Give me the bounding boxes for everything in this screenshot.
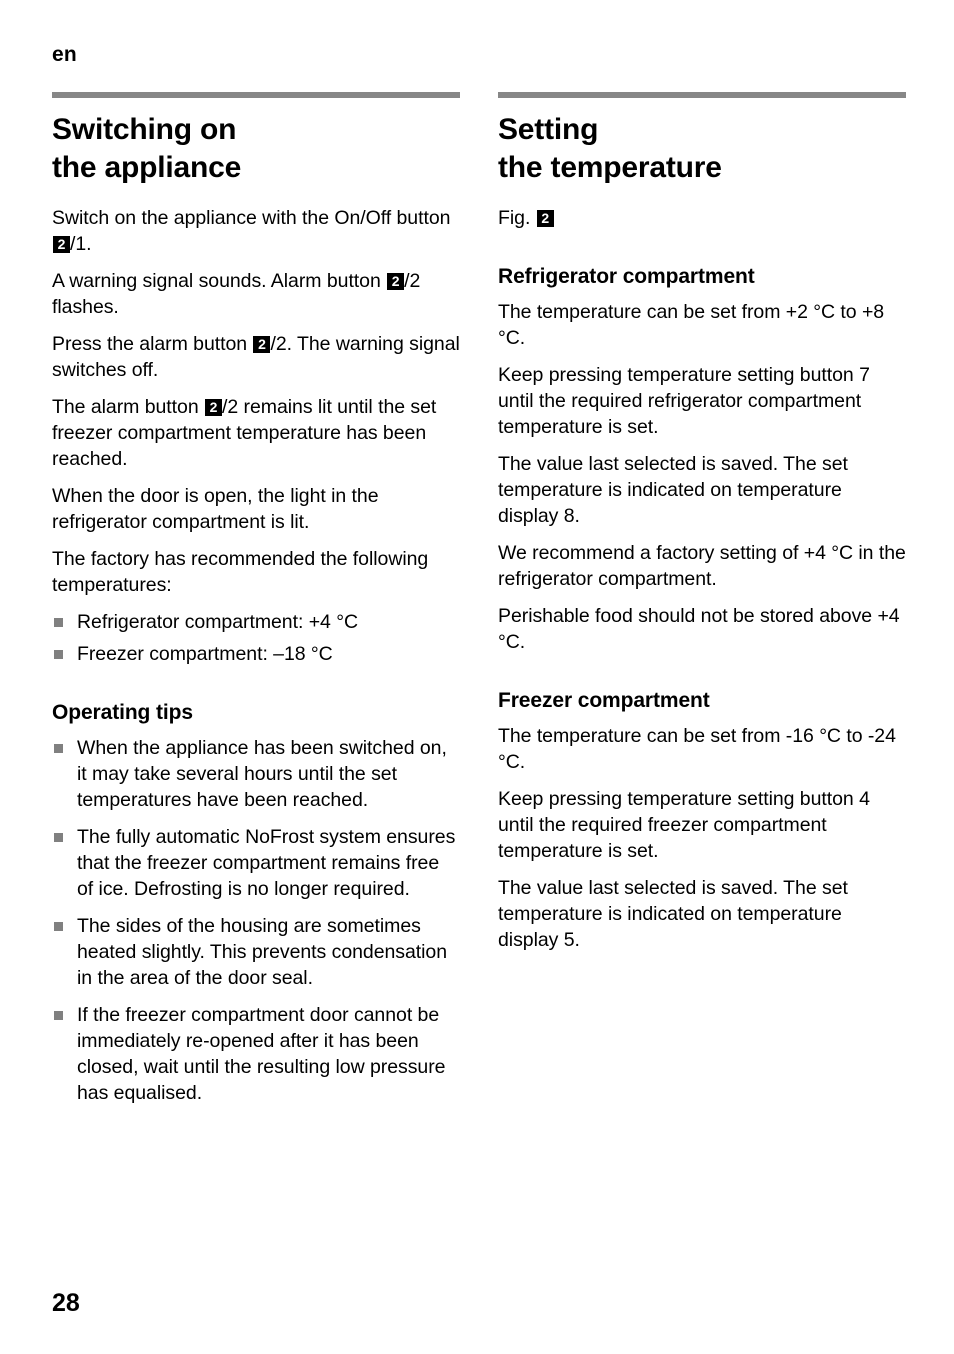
paragraph-text-after: /1. xyxy=(70,233,92,255)
running-head-language: en xyxy=(52,43,77,66)
figure-ref-marker: 2 xyxy=(387,273,405,290)
page-title-switching-on: Switching on the appliance xyxy=(52,113,242,184)
heading-operating-tips: Operating tips xyxy=(52,701,193,724)
list-item-label: The fully automatic NoFrost system ensur… xyxy=(77,826,456,900)
paragraph-switch-on: Switch on the appliance with the On/Off … xyxy=(52,205,460,257)
paragraph-fridge-factory-setting: We recommend a factory setting of +4 °C … xyxy=(498,542,906,590)
list-item: If the freezer compartment door cannot b… xyxy=(52,1002,460,1106)
list-item-label: The sides of the housing are sometimes h… xyxy=(77,915,448,989)
paragraph-fridge-button-7: Keep pressing temperature setting button… xyxy=(498,364,870,438)
manual-page: en Switching on the appliance Switch on … xyxy=(0,0,954,1354)
recommended-temperatures-list: Refrigerator compartment: +4 °C Freezer … xyxy=(52,609,460,667)
paragraph-freezer-range: The temperature can be set from -16 °C t… xyxy=(498,725,896,773)
right-column: Setting the temperature Fig. 2 Refrigera… xyxy=(498,92,906,964)
paragraph-text-before: Switch on the appliance with the On/Off … xyxy=(52,207,451,229)
list-item: Freezer compartment: –18 °C xyxy=(52,641,460,667)
paragraph-door-light: When the door is open, the light in the … xyxy=(52,485,379,533)
paragraph-text-before: The alarm button xyxy=(52,396,204,418)
paragraph-freezer-button-4: Keep pressing temperature setting button… xyxy=(498,788,870,862)
paragraph-text-before: A warning signal sounds. Alarm button xyxy=(52,270,387,292)
paragraph-fridge-range: The temperature can be set from +2 °C to… xyxy=(498,301,885,349)
figure-ref-marker: 2 xyxy=(53,236,70,253)
section-rule-left xyxy=(52,92,460,98)
heading-refrigerator-compartment: Refrigerator compartment xyxy=(498,265,755,288)
list-item: When the appliance has been switched on,… xyxy=(52,735,460,813)
left-column: Switching on the appliance Switch on the… xyxy=(52,92,460,1117)
figure-caption-label: Fig. xyxy=(498,207,536,229)
list-item-label: Freezer compartment: –18 °C xyxy=(77,643,333,665)
paragraph-freezer-display-5: The value last selected is saved. The se… xyxy=(498,877,848,951)
page-number: 28 xyxy=(52,1289,80,1317)
list-item: The fully automatic NoFrost system ensur… xyxy=(52,824,460,902)
paragraph-press-alarm: Press the alarm button 2/2. The warning … xyxy=(52,331,460,383)
figure-ref-marker: 2 xyxy=(253,336,271,353)
paragraph-warning-signal: A warning signal sounds. Alarm button 2/… xyxy=(52,268,460,320)
operating-tips-list: When the appliance has been switched on,… xyxy=(52,735,460,1106)
figure-ref-marker: 2 xyxy=(536,210,554,227)
figure-ref-marker: 2 xyxy=(204,399,222,416)
list-item-label: Refrigerator compartment: +4 °C xyxy=(77,611,358,633)
paragraph-perishable-food: Perishable food should not be stored abo… xyxy=(498,605,900,653)
figure-caption-reference: Fig. 2 xyxy=(498,205,906,231)
paragraph-text-before: Press the alarm button xyxy=(52,333,253,355)
list-item-label: When the appliance has been switched on,… xyxy=(77,737,447,811)
paragraph-fridge-display-8: The value last selected is saved. The se… xyxy=(498,453,848,527)
paragraph-alarm-remains-lit: The alarm button 2/2 remains lit until t… xyxy=(52,394,460,472)
heading-freezer-compartment: Freezer compartment xyxy=(498,689,710,712)
paragraph-factory-recommended: The factory has recommended the followin… xyxy=(52,548,429,596)
page-title-setting-temperature: Setting the temperature xyxy=(498,113,722,184)
section-rule-right xyxy=(498,92,906,98)
list-item-label: If the freezer compartment door cannot b… xyxy=(77,1004,446,1104)
list-item: The sides of the housing are sometimes h… xyxy=(52,913,460,991)
list-item: Refrigerator compartment: +4 °C xyxy=(52,609,460,635)
